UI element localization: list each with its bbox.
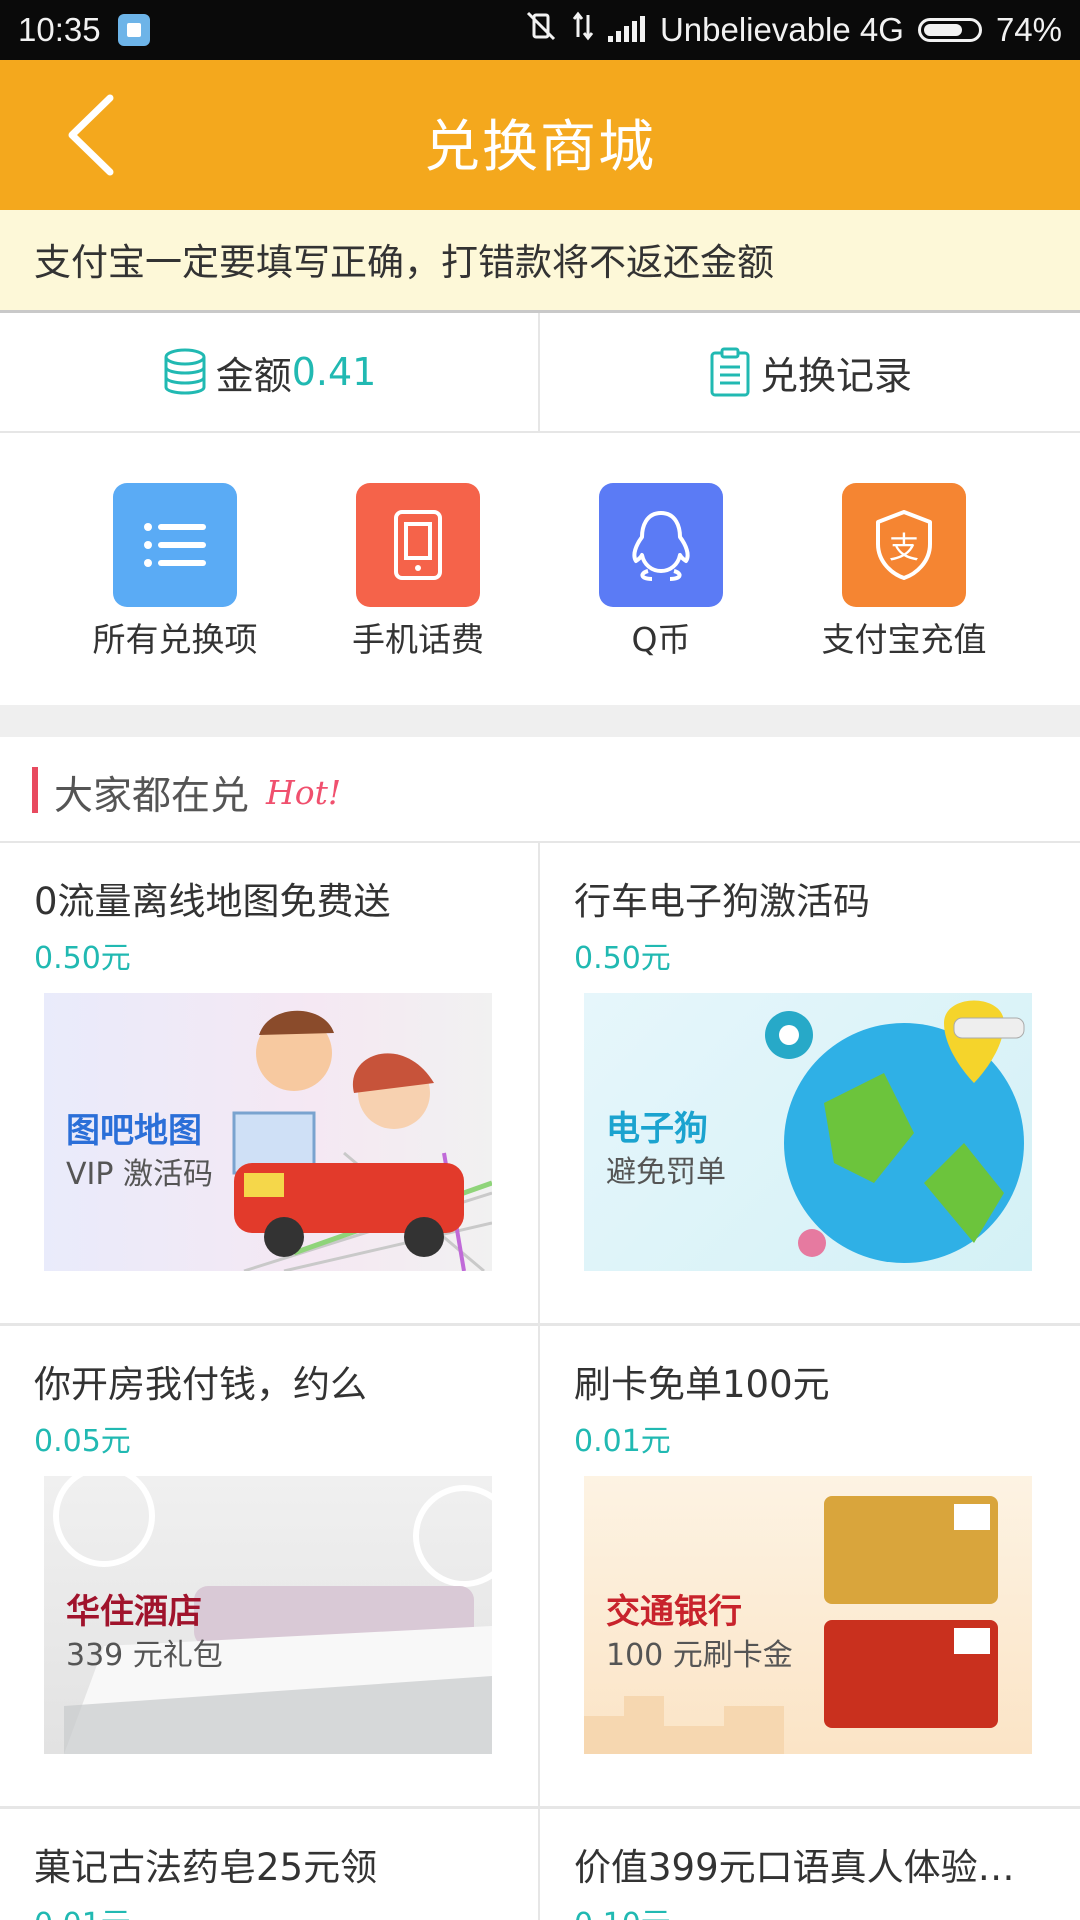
section-accent-bar [32, 767, 38, 813]
svg-text:支: 支 [889, 531, 919, 566]
product-card[interactable]: 刷卡免单100元 0.01元 交通银行 100 元刷卡金 [540, 1326, 1078, 1806]
product-card[interactable]: 行车电子狗激活码 0.50元 电子狗 避免罚单 [540, 843, 1078, 1323]
status-bar: 10:35 Unbelievable 4G 74% [0, 0, 1080, 60]
coin-stack-icon [164, 348, 206, 395]
category-qcoin[interactable]: Q币 [561, 483, 761, 661]
section-title: 大家都在兑 [54, 774, 250, 819]
product-card[interactable]: 0流量离线地图免费送 0.50元 图吧地图 VIP 激活码 [0, 843, 540, 1323]
vibrate-off-icon [524, 11, 558, 49]
page-title: 兑换商城 [424, 115, 656, 180]
product-price: 0.01元 [34, 1899, 131, 1920]
product-image-subtitle: 100 元刷卡金 [606, 1638, 793, 1673]
category-phone-bill[interactable]: 手机话费 [318, 483, 518, 661]
exchange-record-label: 兑换记录 [759, 353, 912, 398]
section-divider [0, 705, 1080, 737]
battery-icon [917, 18, 982, 42]
product-price: 0.50元 [574, 941, 671, 976]
category-label: 支付宝充值 [821, 620, 987, 659]
product-price: 0.01元 [574, 1424, 671, 1459]
product-image-title: 华住酒店 [66, 1592, 202, 1632]
category-label: Q币 [631, 620, 691, 659]
section-header: 大家都在兑 Hot! [0, 737, 1080, 843]
signal-icon [607, 16, 646, 44]
product-title: 价值399元口语真人体验… [574, 1846, 1015, 1889]
product-title: 你开房我付钱，约么 [34, 1363, 367, 1406]
product-image: 图吧地图 VIP 激活码 [44, 993, 492, 1271]
product-card[interactable]: 你开房我付钱，约么 0.05元 华住酒店 339 元礼包 [0, 1326, 540, 1806]
category-all[interactable]: 所有兑换项 [75, 483, 275, 661]
product-image-subtitle: 避免罚单 [606, 1155, 726, 1190]
product-image: 华住酒店 339 元礼包 [44, 1476, 492, 1754]
list-icon [113, 483, 237, 607]
product-price: 0.10元 [574, 1899, 671, 1920]
phone-icon [356, 483, 480, 607]
balance-cell: 金额 0.41 [0, 313, 540, 431]
product-title: 刷卡免单100元 [574, 1363, 830, 1406]
product-card[interactable]: 价值399元口语真人体验… 0.10元 [540, 1809, 1078, 1920]
product-title: 0流量离线地图免费送 [34, 880, 391, 923]
product-price: 0.50元 [34, 941, 131, 976]
status-time: 10:35 [18, 11, 101, 48]
category-label: 所有兑换项 [92, 620, 258, 659]
category-alipay[interactable]: 支 支付宝充值 [804, 483, 1004, 661]
product-image-subtitle: 339 元礼包 [66, 1638, 223, 1673]
qq-penguin-icon [599, 483, 723, 607]
product-grid: 0流量离线地图免费送 0.50元 图吧地图 VIP 激活码 行车电子狗激活码 0… [0, 843, 1080, 1920]
clipboard-icon [710, 347, 750, 397]
data-transfer-icon [572, 11, 594, 49]
product-card[interactable]: 菓记古法药皂25元领 0.01元 [0, 1809, 540, 1920]
product-image: 电子狗 避免罚单 [584, 993, 1032, 1271]
notice-banner: 支付宝一定要填写正确，打错款将不返还金额 [0, 210, 1080, 313]
hot-tag: Hot! [266, 773, 342, 812]
product-image-title: 图吧地图 [66, 1111, 202, 1151]
balance-value: 0.41 [291, 350, 377, 394]
category-row: 所有兑换项 手机话费 Q币 支 支付宝充值 [0, 433, 1080, 705]
product-image: 交通银行 100 元刷卡金 [584, 1476, 1032, 1754]
product-title: 行车电子狗激活码 [574, 880, 870, 923]
product-image-subtitle: VIP 激活码 [66, 1157, 213, 1192]
alipay-shield-icon: 支 [842, 483, 966, 607]
product-image-title: 电子狗 [606, 1109, 708, 1149]
app-notification-icon [118, 14, 150, 46]
notice-text: 支付宝一定要填写正确，打错款将不返还金额 [34, 241, 774, 284]
app-bar: 兑换商城 [0, 60, 1080, 210]
product-image-title: 交通银行 [606, 1592, 742, 1632]
category-label: 手机话费 [352, 620, 484, 659]
info-row: 金额 0.41 兑换记录 [0, 313, 1080, 433]
product-price: 0.05元 [34, 1424, 131, 1459]
battery-percent: 74% [995, 11, 1062, 48]
product-title: 菓记古法药皂25元领 [34, 1846, 378, 1889]
exchange-record-button[interactable]: 兑换记录 [540, 313, 1080, 431]
balance-label: 金额 [215, 353, 292, 398]
carrier-label: Unbelievable 4G [659, 11, 904, 48]
